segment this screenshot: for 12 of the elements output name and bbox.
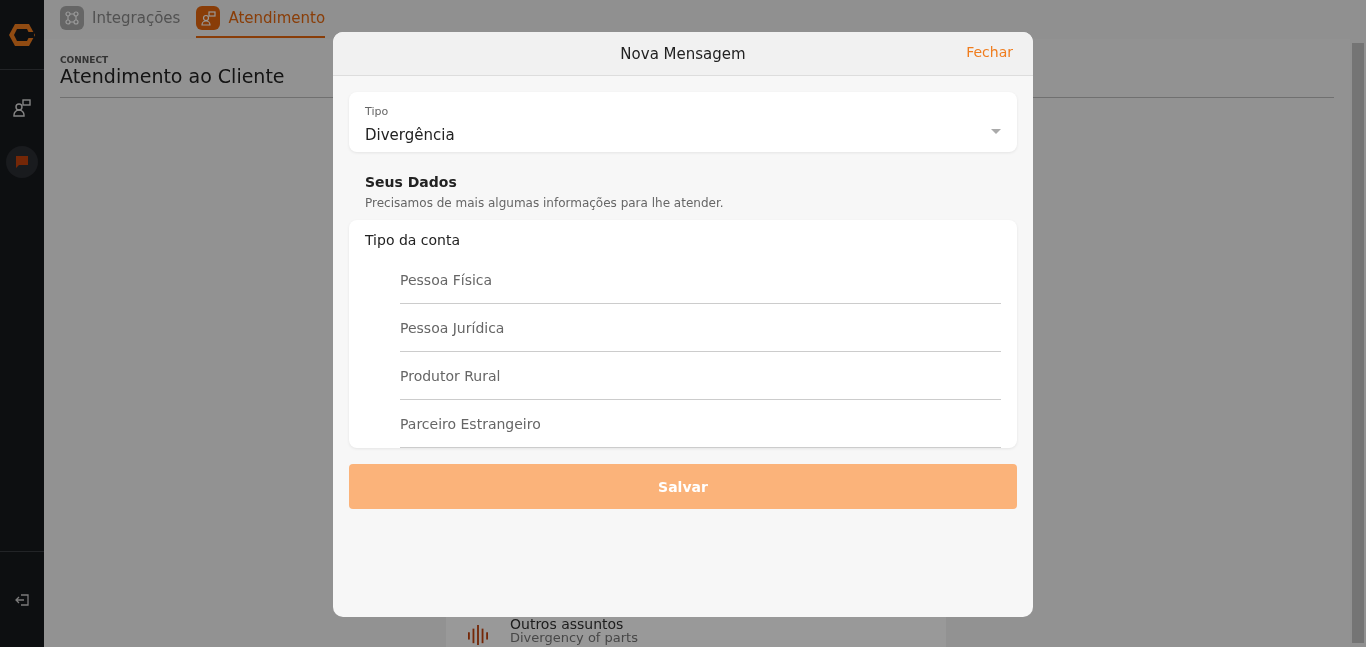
account-type-option[interactable]: Parceiro Estrangeiro (400, 400, 1001, 448)
account-type-option[interactable]: Pessoa Física (400, 256, 1001, 304)
account-type-option[interactable]: Produtor Rural (400, 352, 1001, 400)
section-label: CONNECT (60, 55, 110, 65)
section-title: Seus Dados (365, 174, 458, 190)
account-type-option[interactable]: Pessoa Jurídica (400, 304, 1001, 352)
type-select[interactable]: Tipo Divergência (349, 92, 1017, 152)
section-subtitle: Precisamos de mais algumas informações para lhe atender. (365, 196, 725, 210)
ticket-subtitle: Divergency of parts (510, 631, 638, 645)
ticket-title: Outros assuntos (510, 617, 625, 631)
dialog-title: Nova Mensagem (620, 44, 746, 63)
account-type-label: Tipo da conta (365, 232, 462, 248)
